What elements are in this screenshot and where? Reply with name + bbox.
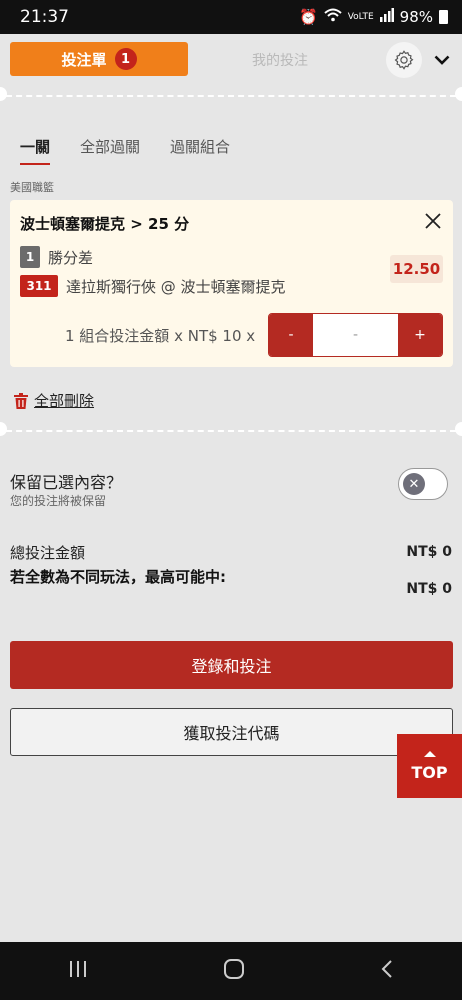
close-icon: [425, 213, 441, 229]
back-to-top-label: TOP: [411, 762, 448, 782]
tab-parlay-combo[interactable]: 過關組合: [170, 136, 230, 165]
recent-apps-button[interactable]: [68, 960, 88, 982]
market-number-badge: 1: [20, 246, 40, 268]
lte-icon: VoLTE: [347, 11, 374, 22]
betslip-header: 投注單 1 我的投注: [0, 34, 462, 86]
collapse-button[interactable]: [430, 48, 454, 72]
selection-name: 達拉斯獨行俠 @ 波士頓塞爾提克: [66, 278, 286, 296]
tab-single[interactable]: 一關: [20, 136, 51, 165]
max-win-value: NT$ 0: [406, 581, 452, 597]
odds-value: 12.50: [390, 255, 443, 283]
back-to-top-button[interactable]: TOP: [397, 734, 462, 798]
keep-selections-title: 保留已選內容？: [10, 473, 123, 492]
total-stake-value: NT$ 0: [406, 544, 452, 560]
selection-number-badge: 311: [20, 275, 58, 297]
back-button[interactable]: [380, 959, 394, 983]
bet-type-tabs: 一關 全部過關 過關組合: [20, 136, 230, 165]
settings-button[interactable]: [386, 42, 422, 78]
battery-text: 98%: [399, 8, 433, 26]
divider: [0, 87, 462, 101]
stake-increase-button[interactable]: +: [398, 314, 442, 356]
keep-selections-subtitle: 您的投注將被保留: [10, 494, 107, 508]
alarm-icon: ⏰: [299, 8, 318, 26]
home-icon: [223, 959, 244, 979]
gear-icon: [394, 50, 414, 70]
tab-betslip-label: 投注單: [61, 50, 107, 69]
toggle-off-icon: ✕: [403, 473, 425, 495]
total-stake-label: 總投注金額: [10, 544, 86, 562]
get-bet-code-button[interactable]: 獲取投注代碼: [10, 708, 453, 756]
recent-apps-icon: [69, 961, 86, 977]
bet-title: 波士頓塞爾提克 > 25 分: [20, 215, 190, 233]
delete-all-label: 全部刪除: [34, 392, 95, 410]
home-button[interactable]: [223, 958, 245, 984]
stake-input[interactable]: -: [313, 314, 398, 356]
login-and-bet-button[interactable]: 登錄和投注: [10, 641, 453, 689]
back-icon: [381, 960, 393, 978]
divider: [0, 422, 462, 436]
league-label: 美國職籃: [10, 181, 54, 194]
wifi-icon: [324, 8, 342, 26]
battery-icon: [439, 10, 448, 24]
status-time: 21:37: [20, 7, 69, 27]
delete-all-button[interactable]: 全部刪除: [14, 390, 94, 411]
system-nav-bar: [0, 942, 462, 1000]
arrow-up-icon: [423, 750, 436, 757]
signal-icon: [379, 8, 394, 26]
max-win-label: 若全數為不同玩法，最高可能中:: [10, 568, 227, 586]
market-name: 勝分差: [48, 249, 94, 267]
chevron-down-icon: [434, 55, 450, 65]
keep-selections-toggle[interactable]: ✕: [398, 468, 448, 500]
status-bar: 21:37 ⏰ VoLTE 98%: [0, 0, 462, 34]
tab-all-parlay[interactable]: 全部過關: [80, 136, 140, 165]
stake-decrease-button[interactable]: -: [269, 314, 313, 356]
remove-bet-button[interactable]: [423, 211, 443, 231]
tab-my-bets[interactable]: 我的投注: [220, 50, 340, 70]
stake-stepper: - - +: [268, 313, 443, 357]
bet-card: 波士頓塞爾提克 > 25 分 1 勝分差 311 達拉斯獨行俠 @ 波士頓塞爾提…: [10, 200, 453, 367]
stake-label: 1 組合投注金額 x NT$ 10 x: [65, 327, 256, 345]
tab-betslip[interactable]: 投注單 1: [10, 42, 188, 76]
status-icons: ⏰ VoLTE 98%: [299, 8, 448, 26]
trash-icon: [14, 392, 28, 409]
betslip-count-badge: 1: [114, 48, 137, 70]
